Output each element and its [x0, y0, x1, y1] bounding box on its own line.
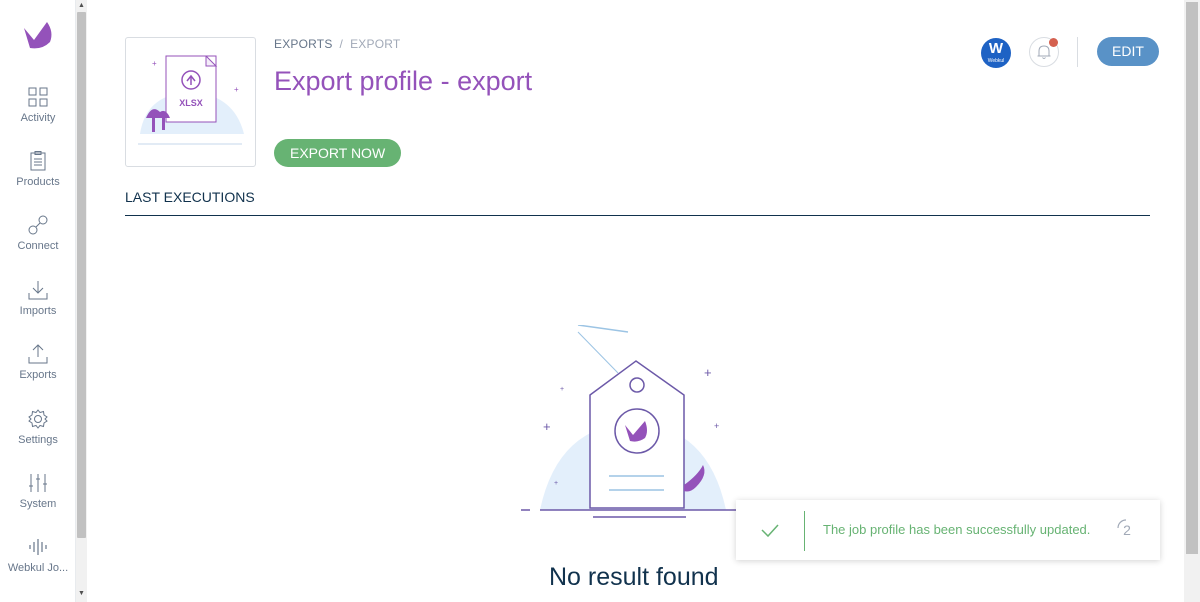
export-profile-thumbnail: XLSX + + — [125, 37, 256, 167]
main-sidebar: Activity Products Connect Imports Export… — [0, 0, 76, 602]
last-executions-title: LAST EXECUTIONS — [125, 189, 255, 205]
svg-text:+: + — [543, 419, 551, 434]
activity-icon — [28, 87, 48, 107]
sidebar-item-products[interactable]: Products — [0, 150, 76, 206]
sidebar-item-label: Exports — [19, 369, 57, 381]
header-divider — [1077, 37, 1078, 67]
svg-text:+: + — [554, 480, 558, 487]
settings-icon — [28, 409, 48, 429]
success-toast: The job profile has been successfully up… — [736, 500, 1160, 560]
svg-text:+: + — [560, 386, 564, 393]
sidebar-item-label: Products — [16, 176, 60, 188]
svg-text:+: + — [152, 59, 157, 68]
scroll-down-icon[interactable]: ▼ — [76, 588, 87, 600]
user-avatar[interactable]: W Webkul — [981, 38, 1011, 68]
breadcrumb-current: EXPORT — [350, 37, 401, 51]
sidebar-item-label: Settings — [18, 434, 58, 446]
main-scrollbar-thumb[interactable] — [1186, 2, 1198, 554]
sidebar-scrollbar-thumb[interactable] — [77, 12, 86, 538]
xlsx-file-illustration-icon: XLSX + + — [138, 55, 244, 145]
edit-button[interactable]: EDIT — [1097, 37, 1159, 66]
sidebar-item-system[interactable]: System — [0, 472, 76, 528]
empty-tag-illustration-icon: + + + + + — [521, 325, 738, 518]
svg-text:+: + — [704, 365, 712, 380]
no-result-text: No result found — [549, 563, 719, 591]
toast-message: The job profile has been successfully up… — [823, 522, 1091, 537]
toast-separator — [804, 511, 805, 551]
avatar-caption: Webkul — [987, 58, 1005, 64]
breadcrumb-separator: / — [339, 37, 344, 51]
toast-countdown: 2 — [1123, 522, 1131, 538]
sidebar-item-activity[interactable]: Activity — [0, 86, 76, 142]
thumbnail-label: XLSX — [179, 98, 203, 108]
avatar-letter: W — [988, 40, 1004, 57]
check-icon — [761, 524, 779, 538]
sidebar-item-label: System — [19, 498, 57, 510]
products-icon — [30, 151, 46, 171]
sidebar-item-exports[interactable]: Exports — [0, 343, 76, 399]
akeneo-logo-icon[interactable] — [20, 18, 56, 52]
sidebar-item-label: Activity — [20, 112, 56, 124]
sidebar-item-label: Webkul Jo... — [7, 562, 69, 574]
exports-icon — [28, 344, 48, 364]
connect-icon — [28, 215, 48, 235]
sidebar-item-settings[interactable]: Settings — [0, 408, 76, 464]
sidebar-item-connect[interactable]: Connect — [0, 214, 76, 270]
imports-icon — [28, 281, 48, 300]
sidebar-item-imports[interactable]: Imports — [0, 279, 76, 335]
section-divider — [125, 215, 1150, 216]
scroll-up-icon[interactable]: ▲ — [76, 0, 87, 12]
page-title: Export profile - export — [274, 66, 533, 96]
sidebar-item-label: Connect — [17, 240, 59, 252]
notification-badge — [1049, 38, 1058, 47]
breadcrumb-exports-link[interactable]: EXPORTS — [274, 37, 333, 51]
svg-text:+: + — [234, 85, 239, 94]
sidebar-item-label: Imports — [19, 305, 57, 317]
export-now-button[interactable]: EXPORT NOW — [274, 139, 402, 167]
breadcrumb: EXPORTS / EXPORT — [274, 37, 400, 51]
webkul-job-icon — [29, 539, 47, 555]
sidebar-item-webkul-job[interactable]: Webkul Jo... — [0, 536, 76, 592]
svg-text:+: + — [714, 421, 719, 431]
system-icon — [29, 474, 47, 492]
